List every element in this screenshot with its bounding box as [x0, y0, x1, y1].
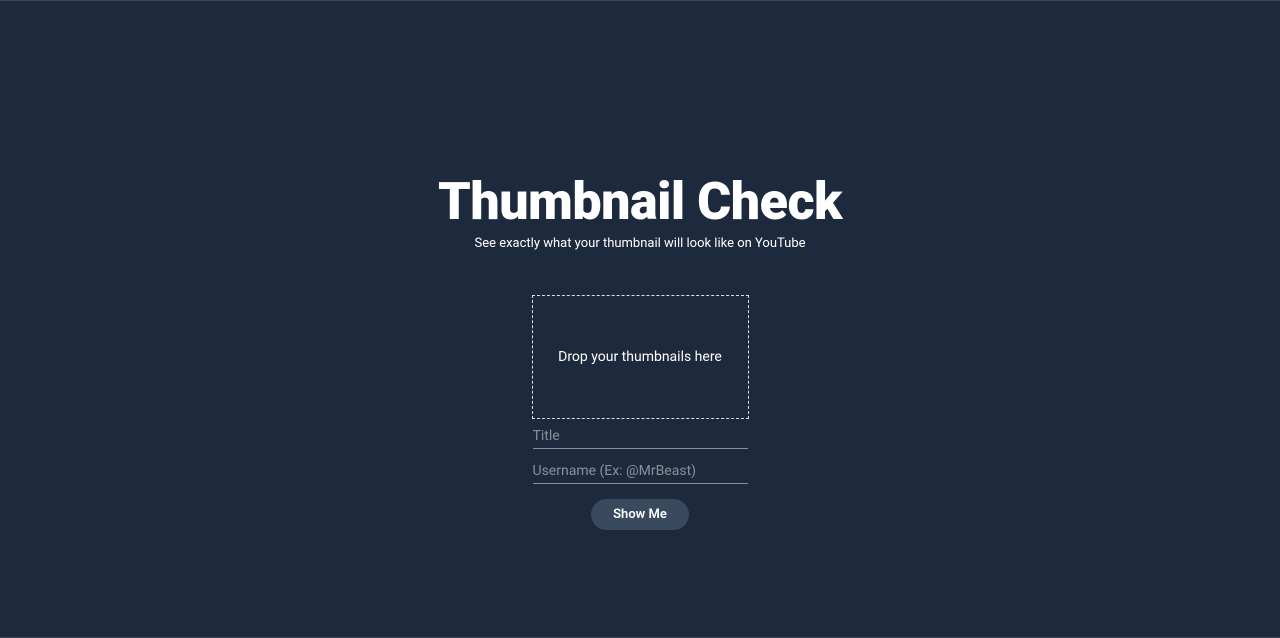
dropzone-label: Drop your thumbnails here — [558, 349, 722, 365]
show-me-button[interactable]: Show Me — [591, 499, 689, 530]
thumbnail-dropzone[interactable]: Drop your thumbnails here — [532, 295, 749, 419]
page-subtitle: See exactly what your thumbnail will loo… — [474, 236, 805, 251]
username-input[interactable] — [533, 459, 748, 484]
main-container: Thumbnail Check See exactly what your th… — [0, 1, 1280, 637]
page-title: Thumbnail Check — [438, 176, 842, 228]
title-input[interactable] — [533, 424, 748, 449]
